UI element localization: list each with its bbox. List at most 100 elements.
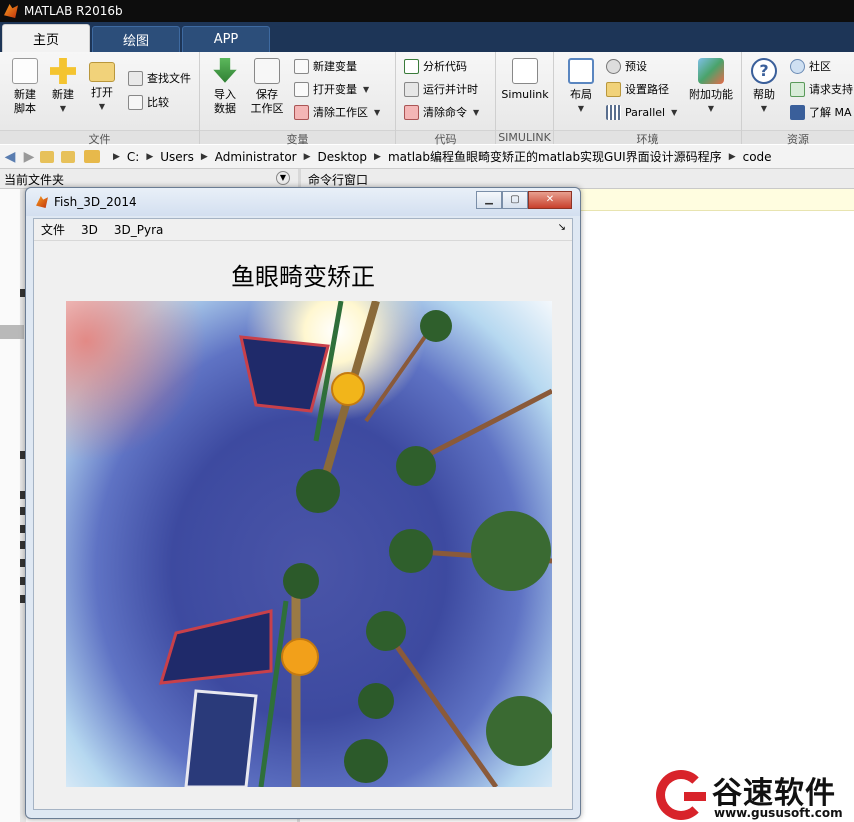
watermark-url: www.gususoft.com: [714, 806, 843, 820]
figure-heading: 鱼眼畸变矫正: [231, 263, 375, 291]
open-variable-icon: [294, 81, 309, 97]
breadcrumb-separator-icon: ▶: [374, 151, 381, 162]
breadcrumb-item[interactable]: matlab编程鱼眼畸变矫正的matlab实现GUI界面设计源码程序: [388, 148, 722, 165]
run-and-time-icon: [404, 81, 419, 97]
group-label-resources: 资源: [742, 130, 854, 146]
open-button[interactable]: 打开 ▼: [77, 56, 127, 124]
new-variable-label: 新建变量: [313, 60, 357, 73]
menu-file[interactable]: 文件: [41, 221, 65, 238]
close-icon[interactable]: ✕: [528, 191, 572, 209]
breadcrumb-item[interactable]: Users: [160, 150, 194, 164]
import-arrow-icon: [213, 58, 237, 83]
breadcrumb-separator-icon: ▶: [113, 151, 120, 162]
play-icon: [790, 104, 805, 120]
browse-folder-icon[interactable]: [61, 150, 75, 163]
figure-title-bar[interactable]: Fish_3D_2014 ▁ ▢ ✕: [26, 188, 580, 216]
find-files-label: 查找文件: [147, 72, 191, 85]
group-label-variable: 变量: [200, 130, 395, 146]
app-title-bar: MATLAB R2016b: [0, 0, 854, 22]
community-icon: [790, 58, 805, 74]
command-window-title: 命令行窗口: [308, 173, 369, 187]
watermark: 谷速软件 www.gususoft.com: [656, 768, 854, 822]
addons-cubes-icon: [698, 58, 724, 84]
clear-workspace-label: 清除工作区: [313, 106, 368, 119]
chevron-down-icon: ▼: [374, 107, 381, 117]
folder-icon: [606, 81, 621, 97]
eraser-icon: [404, 104, 419, 120]
ribbon-group-simulink: Simulink SIMULINK: [496, 52, 554, 144]
matlab-logo-icon: [36, 196, 48, 208]
maximize-icon[interactable]: ▢: [502, 191, 528, 209]
dock-arrow-icon[interactable]: ↘: [558, 222, 566, 233]
tab-home[interactable]: 主页: [2, 24, 90, 52]
eraser-icon: [294, 104, 309, 120]
learn-matlab-label: 了解 MA: [809, 106, 852, 119]
folder-icon: [84, 150, 100, 163]
tab-apps[interactable]: APP: [182, 26, 270, 52]
breadcrumb-item[interactable]: Desktop: [318, 150, 368, 164]
chevron-down-icon: ▼: [760, 104, 768, 113]
fisheye-photo-drawing: [66, 301, 552, 787]
gusu-logo-bar: [684, 792, 706, 801]
community-button[interactable]: 社区: [790, 56, 831, 76]
compare-label: 比较: [147, 96, 169, 109]
analyze-code-button[interactable]: 分析代码: [404, 56, 467, 76]
ribbon-tab-bar: 主页 绘图 APP: [0, 22, 854, 52]
new-variable-icon: [294, 58, 309, 74]
parallel-button[interactable]: Parallel ▼: [606, 102, 677, 122]
group-label-simulink: SIMULINK: [496, 130, 553, 144]
save-workspace-button[interactable]: 保存 工作区: [242, 56, 292, 124]
minimize-icon[interactable]: ▁: [476, 191, 502, 209]
back-arrow-icon[interactable]: ◀: [2, 149, 18, 165]
request-support-icon: [790, 81, 805, 97]
ribbon-group-environment: 布局 ▼ 预设 设置路径 Parallel ▼ 附加功能 ▼ 环境: [554, 52, 742, 146]
breadcrumb-separator-icon: ▶: [728, 151, 736, 162]
preferences-button[interactable]: 预设: [606, 56, 647, 76]
panel-headers: 当前文件夹 ▼ 命令行窗口: [0, 169, 854, 189]
chevron-down-icon: ▼: [671, 107, 678, 117]
request-support-button[interactable]: 请求支持: [790, 79, 853, 99]
gear-icon: [606, 58, 621, 74]
fisheye-photo: [66, 301, 552, 787]
menu-3d[interactable]: 3D: [81, 223, 98, 237]
clear-commands-button[interactable]: 清除命令 ▼: [404, 102, 479, 122]
selected-row[interactable]: [0, 325, 24, 339]
request-support-label: 请求支持: [809, 83, 853, 96]
chevron-down-icon: ▼: [707, 104, 715, 113]
new-script-icon: [12, 58, 38, 84]
panel-divider[interactable]: [298, 169, 301, 189]
preferences-label: 预设: [625, 60, 647, 73]
panel-menu-chevron-icon[interactable]: ▼: [276, 171, 290, 185]
compare-button[interactable]: 比较: [128, 92, 169, 112]
learn-matlab-button[interactable]: 了解 MA: [790, 102, 852, 122]
layout-label: 布局: [570, 88, 592, 101]
find-files-button[interactable]: 查找文件: [128, 68, 191, 88]
tab-plots[interactable]: 绘图: [92, 26, 180, 52]
analyze-code-label: 分析代码: [423, 60, 467, 73]
help-button[interactable]: ? 帮助 ▼: [742, 56, 786, 124]
up-folder-icon[interactable]: [40, 150, 54, 163]
breadcrumb-item[interactable]: C:: [127, 150, 139, 164]
figure-title: Fish_3D_2014: [54, 195, 137, 209]
layout-button[interactable]: 布局 ▼: [556, 56, 606, 124]
menu-3d-pyra[interactable]: 3D_Pyra: [114, 223, 164, 237]
figure-window[interactable]: Fish_3D_2014 ▁ ▢ ✕ 文件 3D 3D_Pyra ↘ 鱼眼畸变矫…: [25, 187, 581, 819]
parallel-icon: [606, 104, 621, 120]
run-and-time-button[interactable]: 运行并计时: [404, 79, 478, 99]
addons-button[interactable]: 附加功能 ▼: [684, 56, 738, 124]
folder-icon: [89, 62, 115, 82]
new-variable-button[interactable]: 新建变量: [294, 56, 357, 76]
save-workspace-icon: [254, 58, 280, 84]
open-label: 打开: [91, 86, 113, 99]
ribbon: 新建 脚本 新建 ▼ 打开 ▼ 查找文件 比较 文件 导入 数据 保存 工作区 …: [0, 52, 854, 146]
chevron-down-icon: ▼: [577, 104, 585, 113]
parallel-label: Parallel: [625, 105, 666, 119]
forward-arrow-icon[interactable]: ▶: [21, 149, 37, 165]
breadcrumb-item[interactable]: Administrator: [215, 150, 297, 164]
open-variable-button[interactable]: 打开变量 ▼: [294, 79, 369, 99]
breadcrumb-item[interactable]: code: [743, 150, 772, 164]
simulink-button[interactable]: Simulink: [498, 56, 552, 124]
set-path-button[interactable]: 设置路径: [606, 79, 669, 99]
simulink-label: Simulink: [501, 88, 549, 101]
clear-workspace-button[interactable]: 清除工作区 ▼: [294, 102, 380, 122]
